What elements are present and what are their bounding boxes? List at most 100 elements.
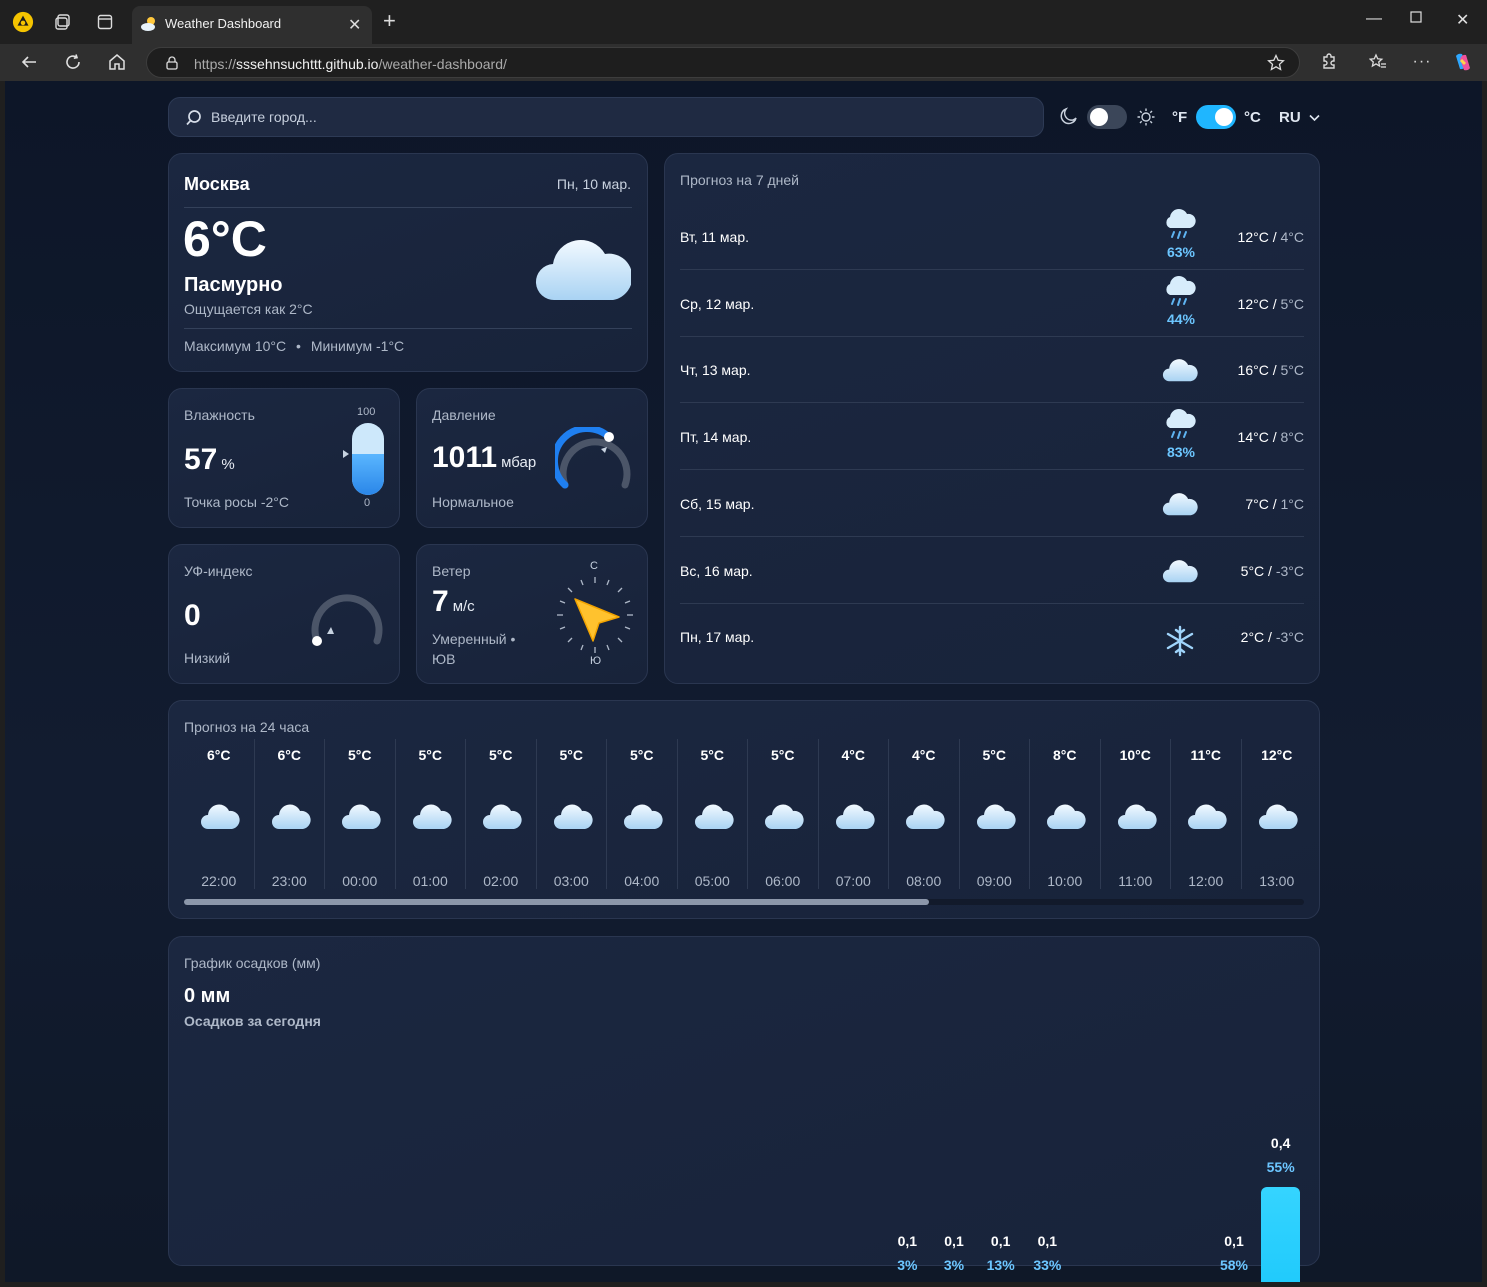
forecast-7day-title: Прогноз на 7 дней bbox=[680, 172, 799, 188]
cloud-icon bbox=[1162, 490, 1198, 526]
hourly-temp: 5°C bbox=[700, 747, 725, 763]
cloud-icon bbox=[341, 801, 381, 833]
celsius-label[interactable]: °C bbox=[1244, 109, 1261, 126]
home-icon[interactable] bbox=[106, 51, 128, 73]
hourly-time: 22:00 bbox=[201, 873, 237, 889]
hourly-scroll-thumb[interactable] bbox=[184, 899, 929, 905]
forecast-temp-range: 14°C / 8°C bbox=[1237, 429, 1304, 446]
hourly-time: 23:00 bbox=[271, 873, 307, 889]
minimize-icon[interactable]: — bbox=[1366, 10, 1382, 28]
hourly-time: 11:00 bbox=[1118, 873, 1153, 889]
hourly-temp: 5°C bbox=[489, 747, 513, 763]
uv-title: УФ-индекс bbox=[184, 563, 253, 579]
refresh-icon[interactable] bbox=[62, 51, 84, 73]
pressure-status: Нормальное bbox=[432, 494, 514, 510]
forecast-day-label: Ср, 12 мар. bbox=[680, 295, 755, 312]
humidity-card: Влажность 57% Точка росы -2°C 100 0 bbox=[168, 388, 400, 528]
forecast-precip-probability: 83% bbox=[1166, 444, 1196, 461]
hourly-temp: 11°C bbox=[1190, 747, 1221, 763]
pressure-gauge bbox=[555, 427, 631, 489]
url-field[interactable]: https://sssehnsuchttt.github.io/weather-… bbox=[146, 47, 1300, 78]
city-search-input[interactable] bbox=[211, 98, 1011, 136]
hourly-item: 5°C 06:00 bbox=[748, 739, 819, 889]
rain-cloud-icon bbox=[1162, 275, 1198, 311]
humidity-gauge-fill bbox=[352, 454, 384, 495]
hourly-forecast-card: Прогноз на 24 часа 6°C 22:00 6°C 23:00 5°C 00… bbox=[168, 700, 1320, 919]
precipitation-subtitle: Осадков за сегодня bbox=[184, 1013, 321, 1029]
hourly-temp: 8°C bbox=[1053, 747, 1077, 763]
cloud-icon bbox=[1117, 801, 1157, 833]
current-weather-card: Москва Пн, 10 мар. 6°C Пасмурно Ощущаетс… bbox=[168, 153, 648, 372]
hourly-item: 5°C 03:00 bbox=[537, 739, 607, 889]
close-window-icon[interactable]: ✕ bbox=[1456, 10, 1469, 30]
current-temperature: 6°C bbox=[183, 211, 267, 267]
forecast-temp-range: 5°C / -3°C bbox=[1240, 562, 1304, 579]
theme-toggle[interactable] bbox=[1087, 105, 1127, 129]
wind-card: Ветер 7 м/с Умеренный • ЮВ С Ю bbox=[416, 544, 648, 684]
browser-tab-active[interactable]: Weather Dashboard ✕ bbox=[132, 6, 372, 44]
forecast-day-label: Пн, 17 мар. bbox=[680, 629, 755, 646]
hourly-item: 5°C 02:00 bbox=[466, 739, 537, 889]
new-tab-icon[interactable]: + bbox=[383, 10, 396, 32]
weather-favicon-icon bbox=[141, 17, 155, 31]
hourly-temp: 5°C bbox=[348, 747, 372, 763]
cloud-icon bbox=[200, 801, 240, 833]
max-temp: Максимум 10°C bbox=[184, 338, 287, 354]
cloud-icon bbox=[482, 801, 522, 833]
copilot-icon[interactable] bbox=[1452, 51, 1474, 73]
cloud-icon bbox=[835, 801, 875, 833]
current-date: Пн, 10 мар. bbox=[556, 176, 631, 192]
cloud-icon bbox=[976, 801, 1016, 833]
forecast-temp-range: 2°C / -3°C bbox=[1240, 629, 1304, 646]
forecast-temp-range: 7°C / 1°C bbox=[1245, 495, 1304, 512]
forecast-day-label: Чт, 13 мар. bbox=[680, 362, 751, 379]
language-select[interactable]: RU bbox=[1279, 109, 1320, 126]
forecast-day-row: Чт, 13 мар. 16°C / 5°C bbox=[680, 337, 1304, 404]
sun-icon bbox=[1137, 108, 1155, 126]
hourly-item: 5°C 01:00 bbox=[396, 739, 466, 889]
humidity-title: Влажность bbox=[184, 407, 255, 423]
favorites-icon[interactable] bbox=[1367, 51, 1389, 73]
hourly-item: 5°C 04:00 bbox=[607, 739, 678, 889]
cloud-icon bbox=[905, 801, 945, 833]
hourly-list[interactable]: 6°C 22:00 6°C 23:00 5°C 00:00 5°C 01:00 5°C 02:00… bbox=[184, 739, 1304, 899]
hourly-temp: 5°C bbox=[559, 747, 584, 763]
more-menu-icon[interactable]: ··· bbox=[1411, 51, 1433, 73]
current-condition: Пасмурно bbox=[184, 274, 283, 296]
unit-toggle[interactable] bbox=[1196, 105, 1236, 129]
maximize-icon[interactable] bbox=[1410, 10, 1422, 28]
favorite-star-icon[interactable] bbox=[1267, 54, 1285, 72]
unit-toggle-knob bbox=[1215, 108, 1233, 126]
forecast-day-row: Сб, 15 мар. 7°C / 1°C bbox=[680, 471, 1304, 537]
cloud-icon bbox=[535, 239, 631, 301]
tab-close-icon[interactable]: ✕ bbox=[348, 15, 361, 35]
precipitation-bar bbox=[1261, 1187, 1301, 1282]
hourly-time: 03:00 bbox=[553, 873, 589, 889]
separator-dot: • bbox=[296, 338, 301, 354]
hourly-time: 02:00 bbox=[483, 873, 519, 889]
hourly-title: Прогноз на 24 часа bbox=[184, 719, 310, 735]
feels-like: Ощущается как 2°C bbox=[184, 301, 313, 317]
back-icon[interactable] bbox=[18, 51, 40, 73]
forecast-temp-range: 12°C / 4°C bbox=[1237, 229, 1304, 245]
precipitation-value-label: 0,1 bbox=[897, 1232, 918, 1249]
forecast-precip-probability: 63% bbox=[1166, 244, 1196, 260]
precipitation-total: 0 мм bbox=[184, 985, 231, 1007]
workspaces-icon[interactable] bbox=[52, 11, 74, 33]
precipitation-chart: 22:0023:0000:0001:0002:0003:0004:0005:00… bbox=[184, 1033, 1304, 1282]
hourly-time: 12:00 bbox=[1188, 873, 1224, 889]
min-max: Максимум 10°C • Минимум -1°C bbox=[184, 338, 404, 354]
extensions-icon[interactable] bbox=[1318, 51, 1340, 73]
browser-profile-icon[interactable] bbox=[12, 11, 34, 33]
vertical-tabs-icon[interactable] bbox=[94, 11, 116, 33]
hourly-scrollbar[interactable] bbox=[184, 899, 1304, 905]
lock-icon[interactable] bbox=[165, 56, 179, 70]
precipitation-probability-label: 55% bbox=[1266, 1159, 1295, 1175]
precipitation-probability-label: 58% bbox=[1219, 1256, 1249, 1273]
forecast-temp-range: 16°C / 5°C bbox=[1237, 362, 1304, 379]
min-temp: Минимум -1°C bbox=[310, 338, 405, 354]
hourly-temp: 6°C bbox=[277, 747, 302, 763]
uv-status: Низкий bbox=[184, 650, 231, 666]
city-search-box[interactable] bbox=[168, 97, 1044, 137]
fahrenheit-label[interactable]: °F bbox=[1172, 109, 1187, 126]
